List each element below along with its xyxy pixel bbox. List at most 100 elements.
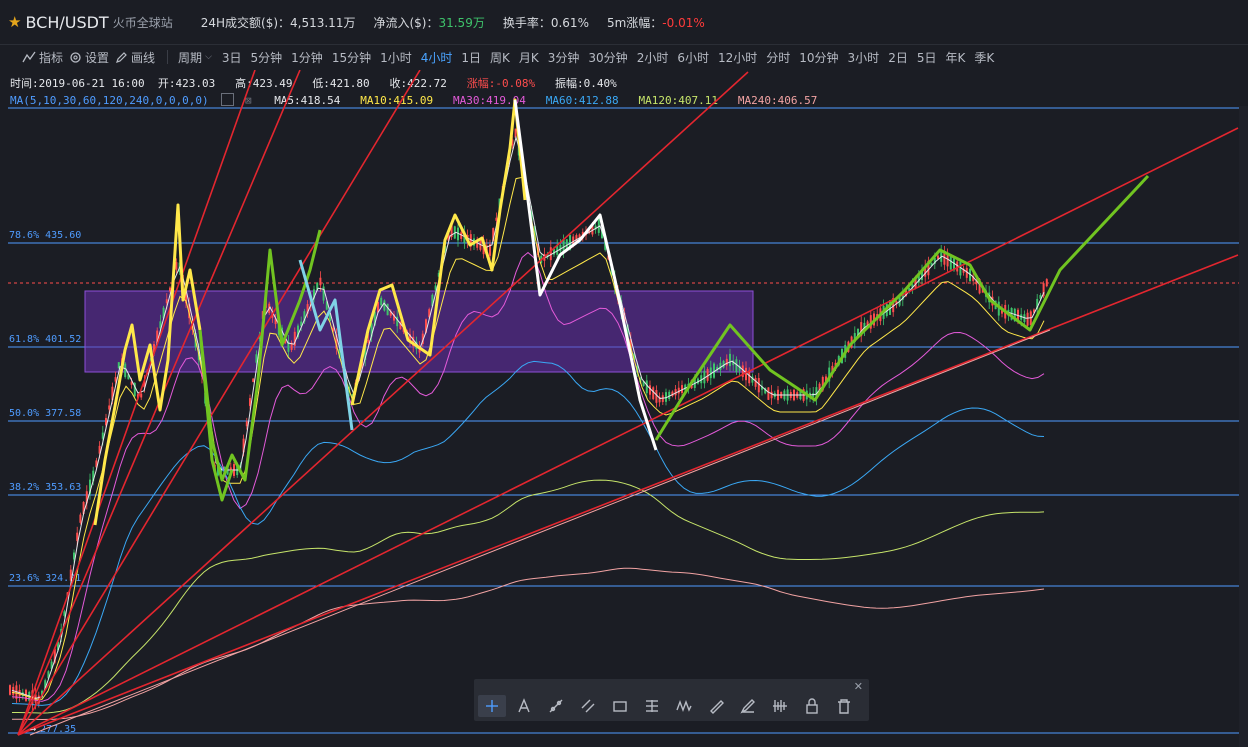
candle-body	[140, 393, 143, 398]
candle-body	[495, 217, 498, 221]
period-option[interactable]: 30分钟	[588, 49, 627, 66]
period-option[interactable]: 3小时	[848, 49, 880, 66]
turnover-stat: 换手率：0.61%	[503, 14, 589, 31]
fib-label-618: 61.8% 401.52	[9, 334, 81, 345]
trend-lines[interactable]	[17, 70, 1239, 736]
period-option[interactable]: 月K	[519, 49, 539, 66]
exchange-name: 火币全球站	[112, 15, 173, 30]
candle-body	[770, 391, 773, 399]
top-bar: ★ BCH/USDT 火币全球站 24H成交额($)：4,513.11万 净流入…	[0, 0, 1248, 45]
period-option[interactable]: 3日	[222, 49, 242, 66]
change5m-stat: 5m涨幅：-0.01%	[607, 14, 705, 31]
period-option[interactable]: 12小时	[718, 49, 757, 66]
period-option[interactable]: 6小时	[677, 49, 709, 66]
indicator-button[interactable]: 指标	[22, 49, 63, 66]
draw-button[interactable]: 画线	[115, 49, 155, 66]
candle-body	[649, 385, 651, 395]
candle-body	[386, 303, 389, 316]
candle-body	[725, 358, 728, 366]
text-icon[interactable]	[510, 695, 538, 717]
candle-body	[124, 363, 127, 378]
lock-icon[interactable]	[798, 695, 826, 717]
chart-toolbar: 指标 设置 画线 周期 ⌵ 3日 5分钟 1分钟 15分钟 1小时 4小时 1日 周K 月K 3分…	[0, 44, 1248, 70]
turnover-value: 0.61%	[550, 15, 589, 30]
chevron-down-icon: ⌵	[205, 52, 212, 62]
period-dropdown[interactable]: 周期 ⌵	[178, 49, 212, 66]
trash-icon[interactable]	[830, 695, 858, 717]
candle-body	[252, 378, 255, 382]
ma-line-1	[11, 176, 1045, 700]
fan-line-4[interactable]	[17, 71, 749, 736]
volume-value: 4,513.11万	[290, 15, 356, 30]
drawing-tools	[478, 695, 862, 717]
volume-label: 24H成交额($)：	[200, 15, 291, 30]
draw-label: 画线	[131, 50, 156, 65]
pair-title[interactable]: BCH/USDT	[25, 13, 108, 32]
ma-line-3	[11, 360, 1045, 706]
settings-button[interactable]: 设置	[69, 49, 109, 66]
period-option[interactable]: 4小时	[421, 49, 453, 66]
candle-body	[1026, 312, 1029, 326]
period-option[interactable]: 分时	[766, 49, 790, 66]
fib-lines	[8, 107, 1240, 734]
moving-averages	[11, 135, 1045, 721]
candlesticks	[9, 128, 1048, 712]
crosshair-icon[interactable]	[478, 695, 506, 717]
candle-body	[383, 300, 386, 311]
wave-icon[interactable]	[670, 695, 698, 717]
period-option[interactable]: 2小时	[637, 49, 669, 66]
candle-body	[322, 286, 325, 301]
period-label: 周期	[178, 50, 203, 65]
drawing-toolbar: ✕	[474, 679, 869, 721]
change5m-label: 5m涨幅：	[606, 15, 663, 30]
period-option[interactable]: 2日	[888, 49, 908, 66]
candle-body	[79, 514, 82, 523]
period-option[interactable]: 1分钟	[291, 49, 323, 66]
candle-body	[514, 128, 517, 138]
rectangle-icon[interactable]	[606, 695, 634, 717]
fib-label-0: 277.35	[40, 724, 76, 735]
brush-icon[interactable]	[734, 695, 762, 717]
pencil-icon	[116, 51, 127, 63]
close-icon[interactable]: ✕	[854, 680, 863, 693]
period-option[interactable]: 5分钟	[251, 49, 283, 66]
price-chart[interactable]: 78.6% 435.60 61.8% 401.52 50.0% 377.58 3…	[0, 70, 1248, 747]
period-option[interactable]: 周K	[490, 49, 510, 66]
candle-body	[754, 377, 757, 387]
indicator-icon	[22, 51, 36, 63]
period-option[interactable]: 1日	[461, 49, 481, 66]
axis-corner-arrow: →	[30, 724, 36, 735]
fib-icon[interactable]	[638, 695, 666, 717]
netflow-label: 净流入($)：	[373, 15, 439, 30]
trendline-icon[interactable]	[542, 695, 570, 717]
white-wave-1[interactable]	[513, 99, 658, 451]
favorite-star-icon[interactable]: ★	[8, 13, 21, 31]
candle-body	[319, 277, 322, 286]
ma-line-0	[11, 135, 1045, 699]
period-option[interactable]: 年K	[945, 49, 965, 66]
candle-body	[1045, 279, 1048, 287]
netflow-stat: 净流入($)：31.59万	[373, 14, 484, 31]
candle-body	[655, 390, 658, 403]
period-option[interactable]: 15分钟	[332, 49, 371, 66]
period-option[interactable]: 3分钟	[548, 49, 580, 66]
toolbar-divider	[167, 50, 169, 64]
candle-body	[245, 421, 248, 427]
volume-stat: 24H成交额($)：4,513.11万	[201, 14, 356, 31]
candle-body	[9, 685, 11, 695]
base-support-line[interactable]	[29, 329, 1051, 736]
channel-icon[interactable]	[574, 695, 602, 717]
candle-body	[729, 353, 731, 367]
period-list: 3日 5分钟 1分钟 15分钟 1小时 4小时 1日 周K 月K 3分钟 30分钟 2小时 6小时 12小…	[222, 49, 1003, 66]
pattern-icon[interactable]	[766, 695, 794, 717]
netflow-value: 31.59万	[438, 15, 485, 30]
ruler-icon[interactable]	[702, 695, 730, 717]
period-option[interactable]: 季K	[974, 49, 994, 66]
candle-body	[757, 378, 760, 393]
fib-label-786: 78.6% 435.60	[9, 230, 81, 241]
period-option[interactable]: 5日	[917, 49, 937, 66]
period-option[interactable]: 10分钟	[799, 49, 838, 66]
fib-label-500: 50.0% 377.58	[9, 408, 81, 419]
period-option[interactable]: 1小时	[380, 49, 412, 66]
candle-body	[645, 380, 648, 394]
